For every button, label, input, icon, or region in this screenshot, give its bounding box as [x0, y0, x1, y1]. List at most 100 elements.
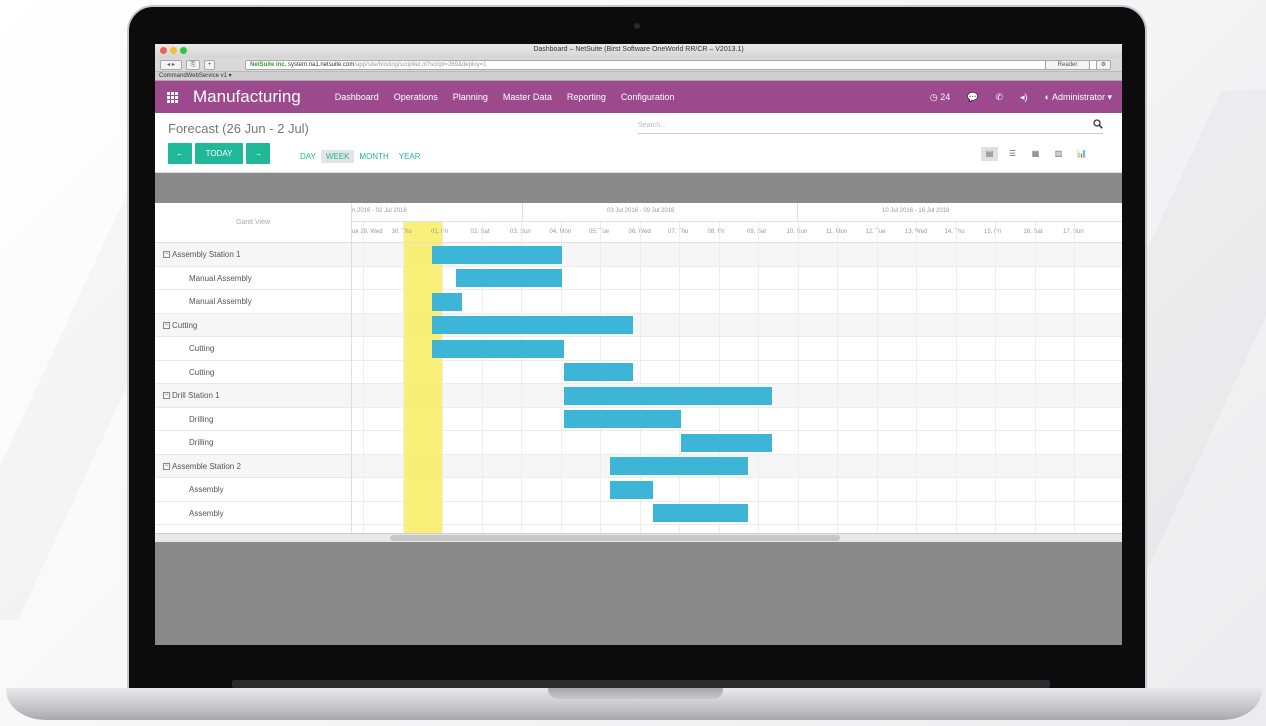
new-tab-button[interactable]: + [204, 60, 215, 70]
horizontal-scrollbar[interactable] [155, 533, 1122, 542]
gantt-task-bar[interactable] [564, 410, 681, 428]
calendar-view-icon[interactable]: ▦ [1027, 147, 1044, 161]
gantt-lane [352, 478, 1122, 502]
appbar-right: ◷ 24 💬 ✆ ◂) ◐ Administrator ▾ [930, 81, 1112, 113]
week-separator [522, 203, 523, 222]
date-pager: ← TODAY → [168, 143, 270, 164]
bookmarks-bar: CommandWebService v1 ▾ [155, 72, 1122, 81]
gantt-view-icon[interactable]: ☰ [1004, 147, 1021, 161]
breadcrumb: Forecast (26 Jun - 2 Jul) [168, 121, 309, 136]
kanban-view-icon[interactable]: ▥ [1050, 147, 1067, 161]
notification-count: 24 [940, 91, 951, 102]
view-switcher: ▤ ☰ ▦ ▥ 📊 [981, 147, 1090, 161]
control-panel: Forecast (26 Jun - 2 Jul) Search... ← TO… [155, 113, 1122, 173]
gantt-task-bar[interactable] [432, 316, 634, 334]
scale-selector: DAY WEEK MONTH YEAR [295, 150, 426, 163]
gantt-task-bar[interactable] [564, 363, 634, 381]
grid-line [876, 222, 878, 533]
scrollbar-thumb[interactable] [390, 535, 840, 541]
gantt-lane [352, 290, 1122, 314]
scale-year[interactable]: YEAR [394, 150, 426, 163]
gantt-task-row[interactable]: Manual Assembly [155, 290, 351, 314]
graph-view-icon[interactable]: 📊 [1073, 147, 1090, 161]
gantt-task-bar[interactable] [432, 292, 462, 311]
laptop-hinge [232, 680, 1050, 688]
next-period-button[interactable]: → [246, 143, 270, 164]
grid-line [402, 222, 404, 533]
scale-day[interactable]: DAY [295, 150, 321, 163]
menu-dashboard[interactable]: Dashboard [335, 92, 379, 102]
menu-planning[interactable]: Planning [453, 92, 488, 102]
today-button[interactable]: TODAY [195, 143, 243, 164]
grid-line [1074, 222, 1075, 533]
window-title: Dashboard – NetSuite (Birst Software One… [533, 46, 744, 53]
row-label-text: Assembly [189, 508, 224, 518]
gantt-group-row[interactable]: − Drill Station 1 [155, 384, 351, 408]
gantt-task-bar[interactable] [455, 269, 563, 287]
menu-operations[interactable]: Operations [394, 92, 438, 102]
collapse-icon[interactable]: − [163, 462, 170, 470]
day-label: 09, Sat [747, 229, 767, 235]
collapse-icon[interactable]: − [163, 321, 170, 329]
grid-line [442, 222, 443, 533]
gantt-group-row[interactable]: − Cutting [155, 313, 351, 337]
row-label-text: Cutting [172, 320, 198, 330]
prev-period-button[interactable]: ← [168, 143, 192, 164]
speaker-icon[interactable]: ◂) [1020, 92, 1028, 103]
bookmark-item[interactable]: CommandWebService v1 ▾ [159, 73, 232, 79]
collapse-icon[interactable]: − [163, 392, 170, 400]
menu-reporting[interactable]: Reporting [567, 92, 606, 102]
grid-line [718, 222, 720, 533]
gantt-task-row[interactable]: Drilling [155, 408, 351, 431]
laptop-notch [548, 688, 723, 699]
gantt-task-row[interactable]: Assembly [155, 478, 351, 502]
back-forward-button[interactable]: ◂ ▸ [160, 60, 182, 70]
collapse-icon[interactable]: − [163, 251, 170, 259]
search-icon[interactable] [1093, 119, 1103, 129]
grid-line [679, 222, 680, 533]
day-label: 05, Tue [589, 229, 610, 235]
gantt-task-bar[interactable] [609, 480, 654, 499]
search-input[interactable]: Search... [638, 119, 1103, 134]
gantt-task-row[interactable]: Cutting [155, 337, 351, 361]
list-view-icon[interactable]: ▤ [981, 147, 998, 161]
day-label: 08, Fri [707, 229, 725, 235]
row-label-text: Assembly Station 1 [172, 250, 241, 259]
gantt-task-row[interactable]: Drilling [155, 431, 351, 455]
gantt-group-row[interactable]: − Assemble Station 2 [155, 454, 351, 478]
settings-gear-icon[interactable]: ⚙ [1096, 60, 1111, 70]
search-placeholder: Search... [638, 122, 667, 129]
day-header: ue 29, Wed 30, Thu 01, Fri 02, Sat 03, Sun 04… [352, 222, 1122, 243]
address-bar[interactable]: NetSuite Inc. system.na1.netsuite.com/ap… [245, 60, 1100, 70]
gantt-task-bar[interactable] [432, 245, 563, 264]
phone-icon[interactable]: ✆ [995, 92, 1003, 103]
gantt-task-bar[interactable] [680, 433, 772, 452]
gantt-task-bar[interactable] [432, 339, 565, 358]
scale-week[interactable]: WEEK [320, 150, 355, 163]
gantt-row-labels: Gantt View − Assembly Station 1 Manual Ass… [155, 203, 352, 533]
gantt-group-row[interactable]: − Assembly Station 1 [155, 243, 351, 267]
gantt-task-bar[interactable] [564, 386, 772, 405]
share-button[interactable]: ⎘ [186, 60, 200, 70]
gantt-task-row[interactable]: Cutting [155, 361, 351, 384]
day-label: 15, Fri [984, 229, 1002, 235]
row-label-text: Cutting [189, 367, 215, 377]
user-menu[interactable]: ◐ Administrator ▾ [1045, 92, 1113, 103]
gantt-task-bar[interactable] [609, 457, 748, 475]
today-highlight [402, 222, 442, 533]
notifications-button[interactable]: ◷ 24 [930, 92, 950, 103]
gantt-task-row[interactable]: Manual Assembly [155, 267, 351, 290]
grid-line [916, 222, 917, 533]
grid-line [837, 222, 838, 533]
reader-button[interactable]: Reader [1045, 60, 1090, 70]
url-path: /app/site/hosting/scriptlet.nl?script=26… [354, 62, 487, 68]
apps-grid-icon[interactable] [167, 91, 178, 103]
chat-icon[interactable]: 💬 [967, 92, 978, 103]
menu-master-data[interactable]: Master Data [503, 92, 552, 102]
day-label: 12, Tue [865, 229, 886, 235]
gantt-task-bar[interactable] [653, 504, 748, 522]
scale-month[interactable]: MONTH [354, 150, 393, 163]
menu-configuration[interactable]: Configuration [621, 92, 675, 102]
url-host: system.na1.netsuite.com [288, 62, 355, 68]
gantt-task-row[interactable]: Assembly [155, 502, 351, 525]
